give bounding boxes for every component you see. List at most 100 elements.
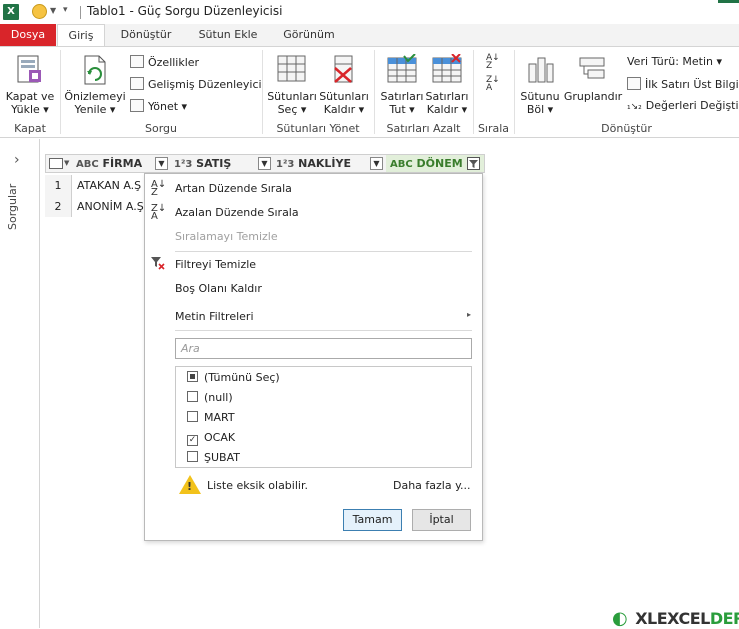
quick-access-customize-icon[interactable]: ▾ [63,5,68,15]
sort-ascending-button[interactable]: A↓ Z [486,54,500,71]
tab-home[interactable]: Giriş [57,24,105,46]
checkbox-checked-icon[interactable]: ✓ [187,435,198,446]
table-menu-icon[interactable] [49,158,63,169]
checkbox-icon[interactable] [187,451,198,462]
ok-button[interactable]: Tamam [343,509,402,531]
tab-add-column[interactable]: Sütun Ekle [189,24,267,46]
title-accent [718,0,739,3]
checkbox-icon[interactable] [187,411,198,422]
remove-columns-label-2: Kaldır ▾ [323,103,365,116]
incomplete-list-warning: Liste eksik olabilir. [207,479,308,492]
list-item-label: MART [204,411,235,424]
group-label-close: Kapat [14,122,46,135]
table-menu-chevron-icon[interactable]: ▼ [64,159,69,167]
advanced-editor-button[interactable]: Gelişmiş Düzenleyici [130,77,262,91]
close-load-label: Kapat ve [5,90,55,103]
advanced-editor-label: Gelişmiş Düzenleyici [148,78,262,91]
keep-rows-label-2: Tut ▾ [389,103,415,116]
list-item-label: (null) [204,391,233,404]
filter-dropdown-satis-icon[interactable]: ▼ [258,157,271,170]
queries-pane-label[interactable]: Sorgular [6,184,19,230]
logo-text: XLEXCEL [635,609,710,628]
menu-clear-filter[interactable]: Filtreyi Temizle [175,258,256,271]
choose-columns-label: Sütunları [267,90,317,103]
column-name: NAKLİYE [298,157,351,170]
choose-columns-button[interactable]: Sütunları Seç ▾ [266,52,318,118]
row-number[interactable]: 2 [45,196,72,217]
tab-transform[interactable]: Dönüştür [111,24,181,46]
text-type-icon: ABC [76,159,99,170]
remove-columns-icon [334,55,353,83]
keep-rows-button[interactable]: Satırları Tut ▾ [378,52,426,118]
data-type-label: Veri Türü: Metin ▾ [627,55,723,68]
chevron-down-icon[interactable]: ▼ [50,6,56,15]
load-more-link[interactable]: Daha fazla y... [393,479,471,492]
sort-ascending-icon: A↓ Z [151,179,167,198]
column-header-satis[interactable]: 1²3 SATIŞ [174,154,254,173]
close-load-icon [17,55,41,83]
funnel-icon [469,160,478,168]
remove-rows-button[interactable]: Satırları Kaldır ▾ [425,52,469,118]
column-header-donem[interactable]: ABC DÖNEM [390,154,470,173]
tab-file[interactable]: Dosya [0,24,56,46]
manage-label: Yönet ▾ [148,100,188,113]
first-row-header-button[interactable]: İlk Satırı Üst Bilgi O [627,77,739,91]
close-load-label-2: Yükle ▾ [11,103,49,116]
close-load-button[interactable]: Kapat ve Yükle ▾ [4,52,56,118]
clear-filter-icon [150,256,166,273]
checkbox-icon[interactable] [187,391,198,402]
keep-rows-label: Satırları [380,90,424,103]
group-by-label: Gruplandır [563,90,623,103]
manage-button[interactable]: Yönet ▾ [130,99,187,113]
replace-values-label: Değerleri Değiştir [645,99,739,112]
data-type-dropdown[interactable]: Veri Türü: Metin ▾ [627,55,722,68]
list-item-label: ŞUBAT [204,451,240,464]
list-item[interactable]: (Tümünü Seç) [187,370,280,386]
table-cell[interactable]: ANONİM A.Ş [73,196,144,217]
remove-rows-label: Satırları [425,90,469,103]
number-type-icon: 1²3 [174,159,193,170]
properties-label: Özellikler [148,56,200,69]
row-number[interactable]: 1 [45,175,72,196]
group-label-transform: Dönüştür [601,122,652,135]
menu-clear-sort: Sıralamayı Temizle [175,230,278,243]
warning-exclamation: ! [187,480,193,493]
remove-rows-label-2: Kaldır ▾ [426,103,468,116]
filter-active-donem-icon[interactable] [467,157,480,170]
list-item-label: OCAK [204,431,236,444]
tab-view[interactable]: Görünüm [274,24,344,46]
filter-search-input[interactable]: Ara [175,338,472,359]
menu-text-filters[interactable]: Metin Filtreleri [175,310,254,323]
split-column-label: Sütunu [520,90,560,103]
split-column-button[interactable]: Sütunu Böl ▾ [518,52,562,118]
list-item[interactable]: (null) [187,390,233,406]
group-by-button[interactable]: Gruplandır [562,52,624,118]
list-item[interactable]: MART [187,410,235,426]
menu-sort-descending[interactable]: Azalan Düzende Sırala [175,206,299,219]
logo-brand: DERO [709,609,739,628]
column-header-nakliye[interactable]: 1²3 NAKLİYE [276,154,366,173]
keep-rows-icon [387,54,417,83]
menu-remove-empty[interactable]: Boş Olanı Kaldır [175,282,262,295]
brand-logo: ◐ XLEXCELDERO [612,608,739,629]
filter-dropdown-nakliye-icon[interactable]: ▼ [370,157,383,170]
expand-queries-icon[interactable]: › [14,152,20,168]
menu-sort-ascending[interactable]: Artan Düzende Sırala [175,182,292,195]
replace-values-button[interactable]: ₁↘₂ Değerleri Değiştir [627,99,739,112]
advanced-editor-icon [130,77,144,90]
list-item[interactable]: ✓ OCAK [187,430,235,446]
cancel-button[interactable]: İptal [412,509,471,531]
remove-columns-button[interactable]: Sütunları Kaldır ▾ [318,52,370,118]
refresh-preview-button[interactable]: Önizlemeyi Yenile ▾ [64,52,126,118]
checkbox-indeterminate-icon[interactable] [187,371,198,382]
column-header-firma[interactable]: ABC FİRMA [76,154,156,173]
menu-separator [175,251,472,252]
submenu-arrow-icon: ▸ [467,310,472,319]
sort-descending-button[interactable]: Z↓ A [486,76,500,93]
table-cell[interactable]: ATAKAN A.Ş [73,175,141,196]
list-item[interactable]: ŞUBAT [187,450,240,466]
smiley-icon[interactable] [32,4,47,19]
filter-dropdown-firma-icon[interactable]: ▼ [155,157,168,170]
title-separator [80,6,81,19]
properties-button[interactable]: Özellikler [130,55,199,69]
